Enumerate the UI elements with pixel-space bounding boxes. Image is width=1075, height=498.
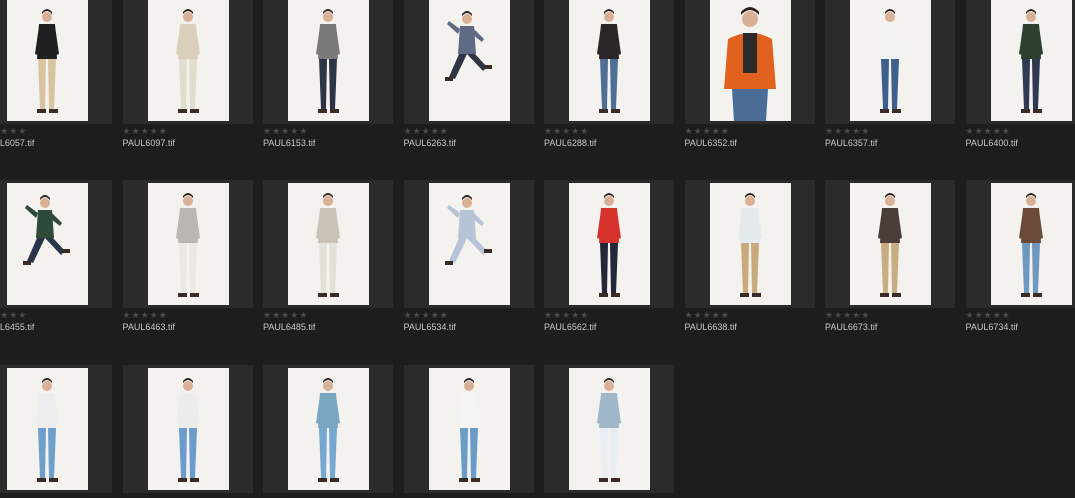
rating-stars-icon[interactable]: ★★★★★ (263, 126, 308, 136)
filename-label: PAUL6288.tif (544, 138, 597, 148)
filename-label: PAUL6673.tif (825, 322, 878, 332)
photo-thumbnail[interactable] (7, 0, 88, 121)
photo-thumbnail[interactable] (850, 0, 931, 121)
photo-thumbnail[interactable] (7, 183, 88, 305)
thumbnail-tile[interactable] (0, 0, 112, 124)
photo-thumbnail[interactable] (428, 0, 510, 121)
rating-stars-icon[interactable]: ★★★★★ (0, 126, 27, 136)
filename-label: PAUL6562.tif (544, 322, 597, 332)
photo-thumbnail[interactable] (288, 368, 369, 490)
filename-label: PAUL6057.tif (0, 138, 35, 148)
thumbnail-tile[interactable] (122, 365, 253, 493)
photo-thumbnail[interactable] (569, 368, 650, 490)
thumbnail-tile[interactable] (965, 180, 1075, 308)
photo-thumbnail[interactable] (990, 183, 1072, 305)
filename-label: PAUL6400.tif (965, 138, 1018, 148)
rating-stars-icon[interactable]: ★★★★★ (123, 126, 168, 136)
photo-thumbnail[interactable] (850, 183, 931, 305)
thumbnail-tile[interactable] (263, 0, 393, 124)
rating-stars-icon[interactable]: ★★★★★ (685, 310, 730, 320)
thumbnail-tile[interactable] (684, 180, 815, 308)
filename-label: PAUL6352.tif (684, 138, 737, 148)
thumbnail-tile[interactable] (544, 0, 674, 124)
thumbnail-tile[interactable] (0, 180, 112, 308)
thumbnail-tile[interactable] (403, 0, 534, 124)
rating-stars-icon[interactable]: ★★★★★ (544, 310, 589, 320)
rating-stars-icon[interactable]: ★★★★★ (685, 126, 730, 136)
rating-stars-icon[interactable]: ★★★★★ (263, 310, 308, 320)
thumbnail-tile[interactable] (825, 0, 955, 124)
filename-label: PAUL6153.tif (263, 138, 316, 148)
thumbnail-tile[interactable] (122, 180, 253, 308)
thumbnail-tile[interactable] (122, 0, 253, 124)
rating-stars-icon[interactable]: ★★★★★ (123, 310, 168, 320)
filename-label: PAUL6638.tif (684, 322, 737, 332)
photo-thumbnail[interactable] (709, 0, 791, 121)
filename-label: PAUL6455.tif (0, 322, 35, 332)
thumbnail-tile[interactable] (684, 0, 815, 124)
photo-thumbnail[interactable] (288, 0, 369, 121)
rating-stars-icon[interactable]: ★★★★★ (825, 310, 870, 320)
thumbnail-tile[interactable] (825, 180, 955, 308)
photo-thumbnail[interactable] (569, 0, 650, 121)
rating-stars-icon[interactable]: ★★★★★ (544, 126, 589, 136)
photo-thumbnail[interactable] (288, 183, 369, 305)
thumbnail-grid: ★★★★★ PAUL6057.tif ★★★★★ PAUL6097.tif ★★★★… (0, 0, 1075, 498)
photo-thumbnail[interactable] (990, 0, 1072, 121)
photo-thumbnail[interactable] (709, 183, 791, 305)
filename-label: PAUL6263.tif (403, 138, 456, 148)
thumbnail-tile[interactable] (263, 180, 393, 308)
photo-thumbnail[interactable] (569, 183, 650, 305)
rating-stars-icon[interactable]: ★★★★★ (966, 126, 1011, 136)
thumbnail-tile[interactable] (403, 180, 534, 308)
thumbnail-tile[interactable] (544, 180, 674, 308)
thumbnail-tile[interactable] (403, 365, 534, 493)
rating-stars-icon[interactable]: ★★★★★ (825, 126, 870, 136)
rating-stars-icon[interactable]: ★★★★★ (0, 310, 27, 320)
filename-label: PAUL6534.tif (403, 322, 456, 332)
filename-label: PAUL6357.tif (825, 138, 878, 148)
photo-thumbnail[interactable] (428, 183, 510, 305)
filename-label: PAUL6463.tif (122, 322, 175, 332)
rating-stars-icon[interactable]: ★★★★★ (966, 310, 1011, 320)
filename-label: PAUL6097.tif (122, 138, 175, 148)
filename-label: PAUL6734.tif (965, 322, 1018, 332)
thumbnail-tile[interactable] (965, 0, 1075, 124)
thumbnail-tile[interactable] (263, 365, 393, 493)
rating-stars-icon[interactable]: ★★★★★ (404, 126, 449, 136)
rating-stars-icon[interactable]: ★★★★★ (404, 310, 449, 320)
thumbnail-tile[interactable] (544, 365, 674, 493)
filename-label: PAUL6485.tif (263, 322, 316, 332)
photo-thumbnail[interactable] (147, 368, 229, 490)
thumbnail-tile[interactable] (0, 365, 112, 493)
photo-thumbnail[interactable] (7, 368, 88, 490)
photo-thumbnail[interactable] (147, 0, 229, 121)
photo-thumbnail[interactable] (428, 368, 510, 490)
photo-thumbnail[interactable] (147, 183, 229, 305)
